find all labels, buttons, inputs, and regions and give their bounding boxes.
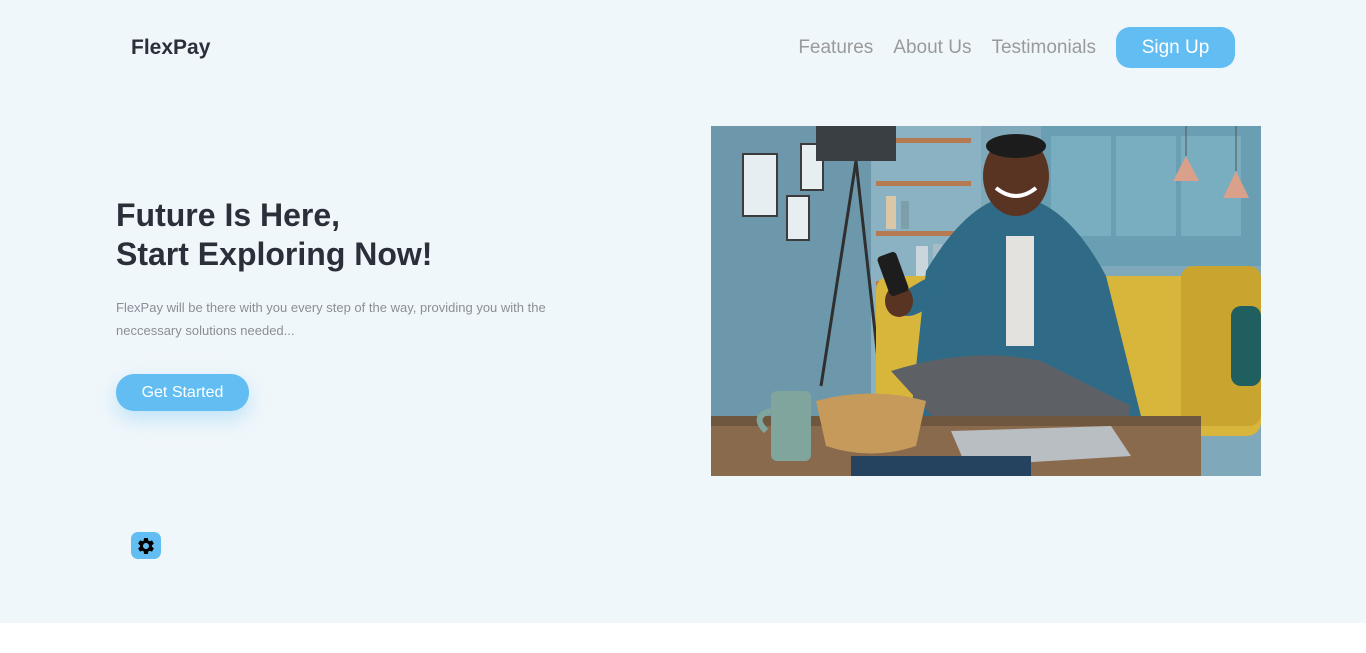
- gear-icon: [138, 537, 154, 554]
- sign-up-button[interactable]: Sign Up: [1116, 27, 1235, 68]
- hero-description: FlexPay will be there with you every ste…: [116, 300, 546, 338]
- headline-line-2: Start Exploring Now!: [116, 236, 433, 272]
- settings-button[interactable]: [131, 532, 161, 559]
- brand-logo[interactable]: FlexPay: [131, 36, 210, 60]
- headline-line-1: Future Is Here,: [116, 197, 341, 233]
- get-started-button[interactable]: Get Started: [116, 374, 249, 411]
- main-nav: Features About Us Testimonials Sign Up: [798, 27, 1235, 68]
- hero-section: FlexPay Features About Us Testimonials S…: [0, 0, 1366, 623]
- nav-link-about-us[interactable]: About Us: [893, 37, 971, 59]
- nav-link-testimonials[interactable]: Testimonials: [991, 37, 1096, 59]
- nav-link-features[interactable]: Features: [798, 37, 873, 59]
- hero-photo: [711, 126, 1261, 476]
- hero-headline: Future Is Here, Start Exploring Now!: [116, 196, 432, 274]
